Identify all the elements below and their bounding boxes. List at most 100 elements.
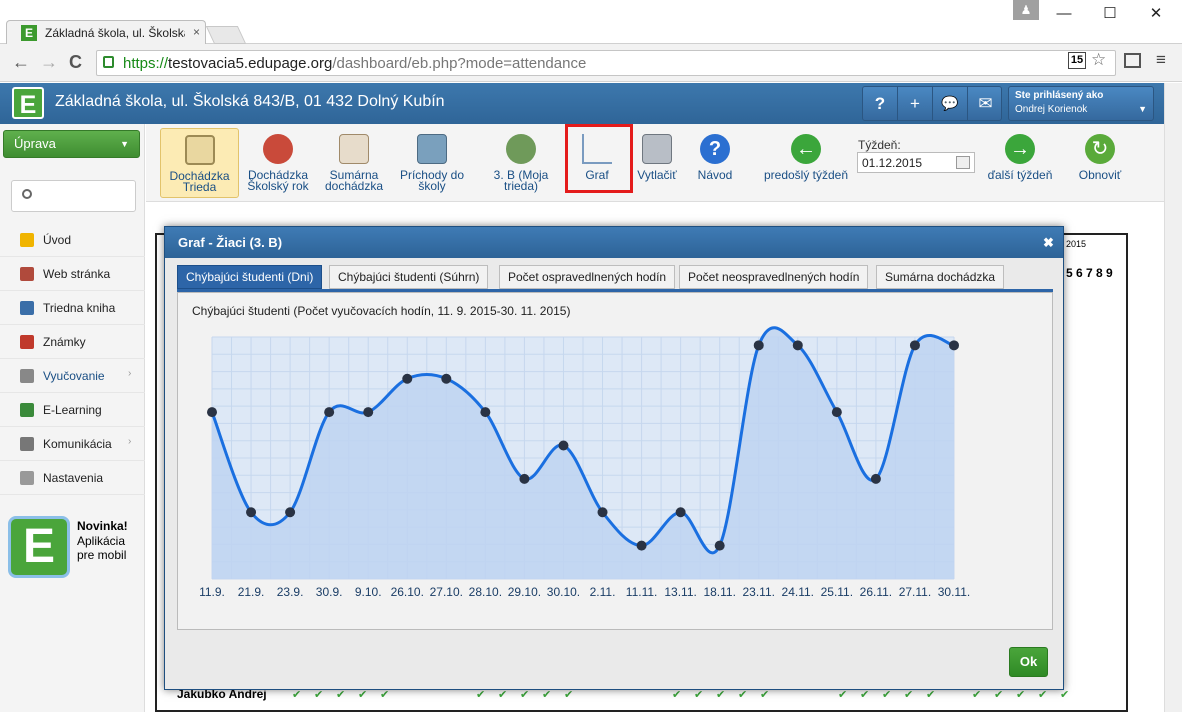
data-point[interactable] — [363, 407, 374, 418]
clock-icon — [184, 135, 215, 165]
sidebar-search-input[interactable] — [11, 180, 136, 212]
sidebar-item[interactable]: Známky — [0, 325, 145, 359]
browser-titlebar: E Základná škola, ul. Školská × ♟ — ☐ ✕ — [0, 0, 1182, 45]
x-tick-label: 11.11. — [626, 585, 658, 599]
students-group-icon — [506, 134, 536, 164]
vytlacit-button[interactable]: Vytlačiť — [634, 128, 680, 198]
data-point[interactable] — [949, 340, 959, 351]
data-point[interactable] — [207, 407, 217, 418]
mobile-app-promo[interactable]: E Novinka! Aplikácia pre mobil — [8, 516, 140, 580]
data-point[interactable] — [870, 473, 881, 484]
minimize-button[interactable]: — — [1044, 0, 1084, 30]
lock-icon — [103, 56, 114, 68]
ok-button[interactable]: Ok — [1009, 647, 1048, 677]
page-scrollbar[interactable] — [1164, 83, 1182, 712]
forward-icon[interactable]: → — [40, 52, 58, 73]
data-point[interactable] — [441, 373, 452, 384]
calendar-icon[interactable] — [956, 156, 970, 169]
close-icon[interactable]: ✖ — [1043, 235, 1054, 251]
data-point[interactable] — [246, 507, 257, 518]
refresh-icon: ↻ — [1085, 134, 1115, 164]
data-point[interactable] — [324, 407, 335, 418]
data-point[interactable] — [480, 407, 491, 418]
chat-icon[interactable]: 💬 — [933, 87, 968, 120]
data-point[interactable] — [909, 340, 920, 351]
sumarna-button[interactable]: Sumárna dochádzka — [321, 128, 387, 198]
week-date-input[interactable]: 01.12.2015 — [857, 152, 975, 173]
chevron-right-icon: › — [128, 436, 132, 447]
next-week-button[interactable]: → ďalší týždeň — [984, 128, 1056, 198]
url-field[interactable]: https://testovacia5.edupage.org/dashboar… — [96, 50, 1116, 76]
chart-tab[interactable]: Počet neospravedlnených hodín — [679, 265, 869, 289]
browser-menu-icon[interactable]: ≡ — [1156, 50, 1166, 70]
dialog-title: Graf - Žiaci (3. B) — [178, 235, 283, 250]
sidebar-item[interactable]: Vyučovanie › — [0, 359, 145, 393]
prev-week-button[interactable]: ← predošlý týždeň — [760, 128, 852, 198]
chart-tab[interactable]: Chýbajúci študenti (Dni) — [177, 265, 323, 289]
line-chart: 11.9. 21.9. 23.9. 30.9. 9.10. 26.10. 27.10. 28.… — [199, 326, 970, 599]
user-menu[interactable]: Ste prihlásený ako Ondrej Korienok ▼ — [1008, 86, 1154, 121]
sidebar-item-label: Komunikácia — [43, 437, 112, 451]
sidebar-item-label: Známky — [43, 335, 86, 349]
data-point[interactable] — [636, 540, 647, 551]
help-icon[interactable]: ? — [863, 87, 898, 120]
chart-panel: Chýbajúci študenti (Počet vyučovacích ho… — [177, 292, 1053, 630]
mail-icon[interactable]: ✉ — [968, 87, 1003, 120]
sidebar-item-label: Nastavenia — [43, 471, 104, 485]
data-point[interactable] — [285, 507, 296, 518]
reload-icon[interactable]: C — [69, 52, 82, 73]
chart-tab[interactable]: Počet ospravedlnených hodín — [499, 265, 676, 289]
profile-icon[interactable]: ♟ — [1013, 0, 1039, 20]
add-icon[interactable]: + — [898, 87, 933, 120]
graf-highlight-frame — [565, 124, 633, 193]
data-point[interactable] — [675, 507, 686, 518]
x-tick-label: 29.10. — [508, 585, 541, 599]
sidebar-item[interactable]: Web stránka — [0, 257, 145, 291]
close-window-button[interactable]: ✕ — [1136, 0, 1176, 30]
dochadzka-rok-label-2: Školský rok — [247, 179, 309, 193]
dochadzka-trieda-button[interactable]: Dochádzka Trieda — [160, 128, 239, 198]
tab-close-icon[interactable]: × — [193, 25, 200, 39]
data-point[interactable] — [714, 540, 725, 551]
sidebar-item[interactable]: Úvod — [0, 223, 145, 257]
x-tick-label: 26.11. — [860, 585, 892, 599]
prichody-button[interactable]: Príchody do školy — [396, 128, 468, 198]
refresh-button[interactable]: ↻ Obnoviť — [1074, 128, 1126, 198]
chart-tab[interactable]: Sumárna dochádzka — [876, 265, 1005, 289]
next-week-label: ďalší týždeň — [987, 168, 1053, 182]
cast-icon[interactable] — [1124, 53, 1141, 68]
data-point[interactable] — [597, 507, 608, 518]
uprava-label: Úprava — [14, 136, 56, 151]
maximize-button[interactable]: ☐ — [1090, 0, 1130, 30]
data-point[interactable] — [831, 407, 842, 418]
browser-tab[interactable]: E Základná škola, ul. Školská × — [6, 20, 206, 45]
x-tick-label: 2.11. — [590, 585, 616, 599]
x-tick-label: 24.11. — [782, 585, 814, 599]
chart-tab[interactable]: Chýbajúci študenti (Súhrn) — [329, 265, 489, 289]
data-point[interactable] — [519, 473, 530, 484]
uprava-button[interactable]: Úprava ▼ — [3, 130, 140, 158]
sidebar-item[interactable]: Komunikácia › — [0, 427, 145, 461]
moja-trieda-button[interactable]: 3. B (Moja trieda) — [488, 128, 554, 198]
sidebar-item[interactable]: E-Learning — [0, 393, 145, 427]
sidebar-item-label: Triedna kniha — [43, 301, 116, 315]
sidebar-item-label: Úvod — [43, 233, 72, 247]
navod-button[interactable]: ? Návod — [693, 128, 737, 198]
data-point[interactable] — [792, 340, 803, 351]
sidebar-item[interactable]: Triedna kniha — [0, 291, 145, 325]
sidebar-item[interactable]: Nastavenia — [0, 461, 145, 495]
bookmark-star-icon[interactable]: ☆ — [1091, 50, 1106, 70]
extension-icon[interactable]: 15 — [1068, 52, 1086, 69]
dochadzka-rok-button[interactable]: Dochádzka Školský rok — [243, 128, 313, 198]
new-tab-button[interactable] — [205, 26, 247, 44]
teaching-icon — [20, 369, 34, 383]
data-point[interactable] — [402, 373, 413, 384]
edupage-logo[interactable]: E — [12, 87, 44, 119]
prev-week-label: predošlý týždeň — [763, 168, 849, 182]
chart-title: Chýbajúci študenti (Počet vyučovacích ho… — [192, 304, 571, 318]
x-tick-label: 23.11. — [742, 585, 774, 599]
data-point[interactable] — [558, 440, 569, 451]
back-icon[interactable]: ← — [12, 52, 30, 73]
promo-title: Novinka! — [77, 519, 128, 533]
data-point[interactable] — [753, 340, 764, 351]
